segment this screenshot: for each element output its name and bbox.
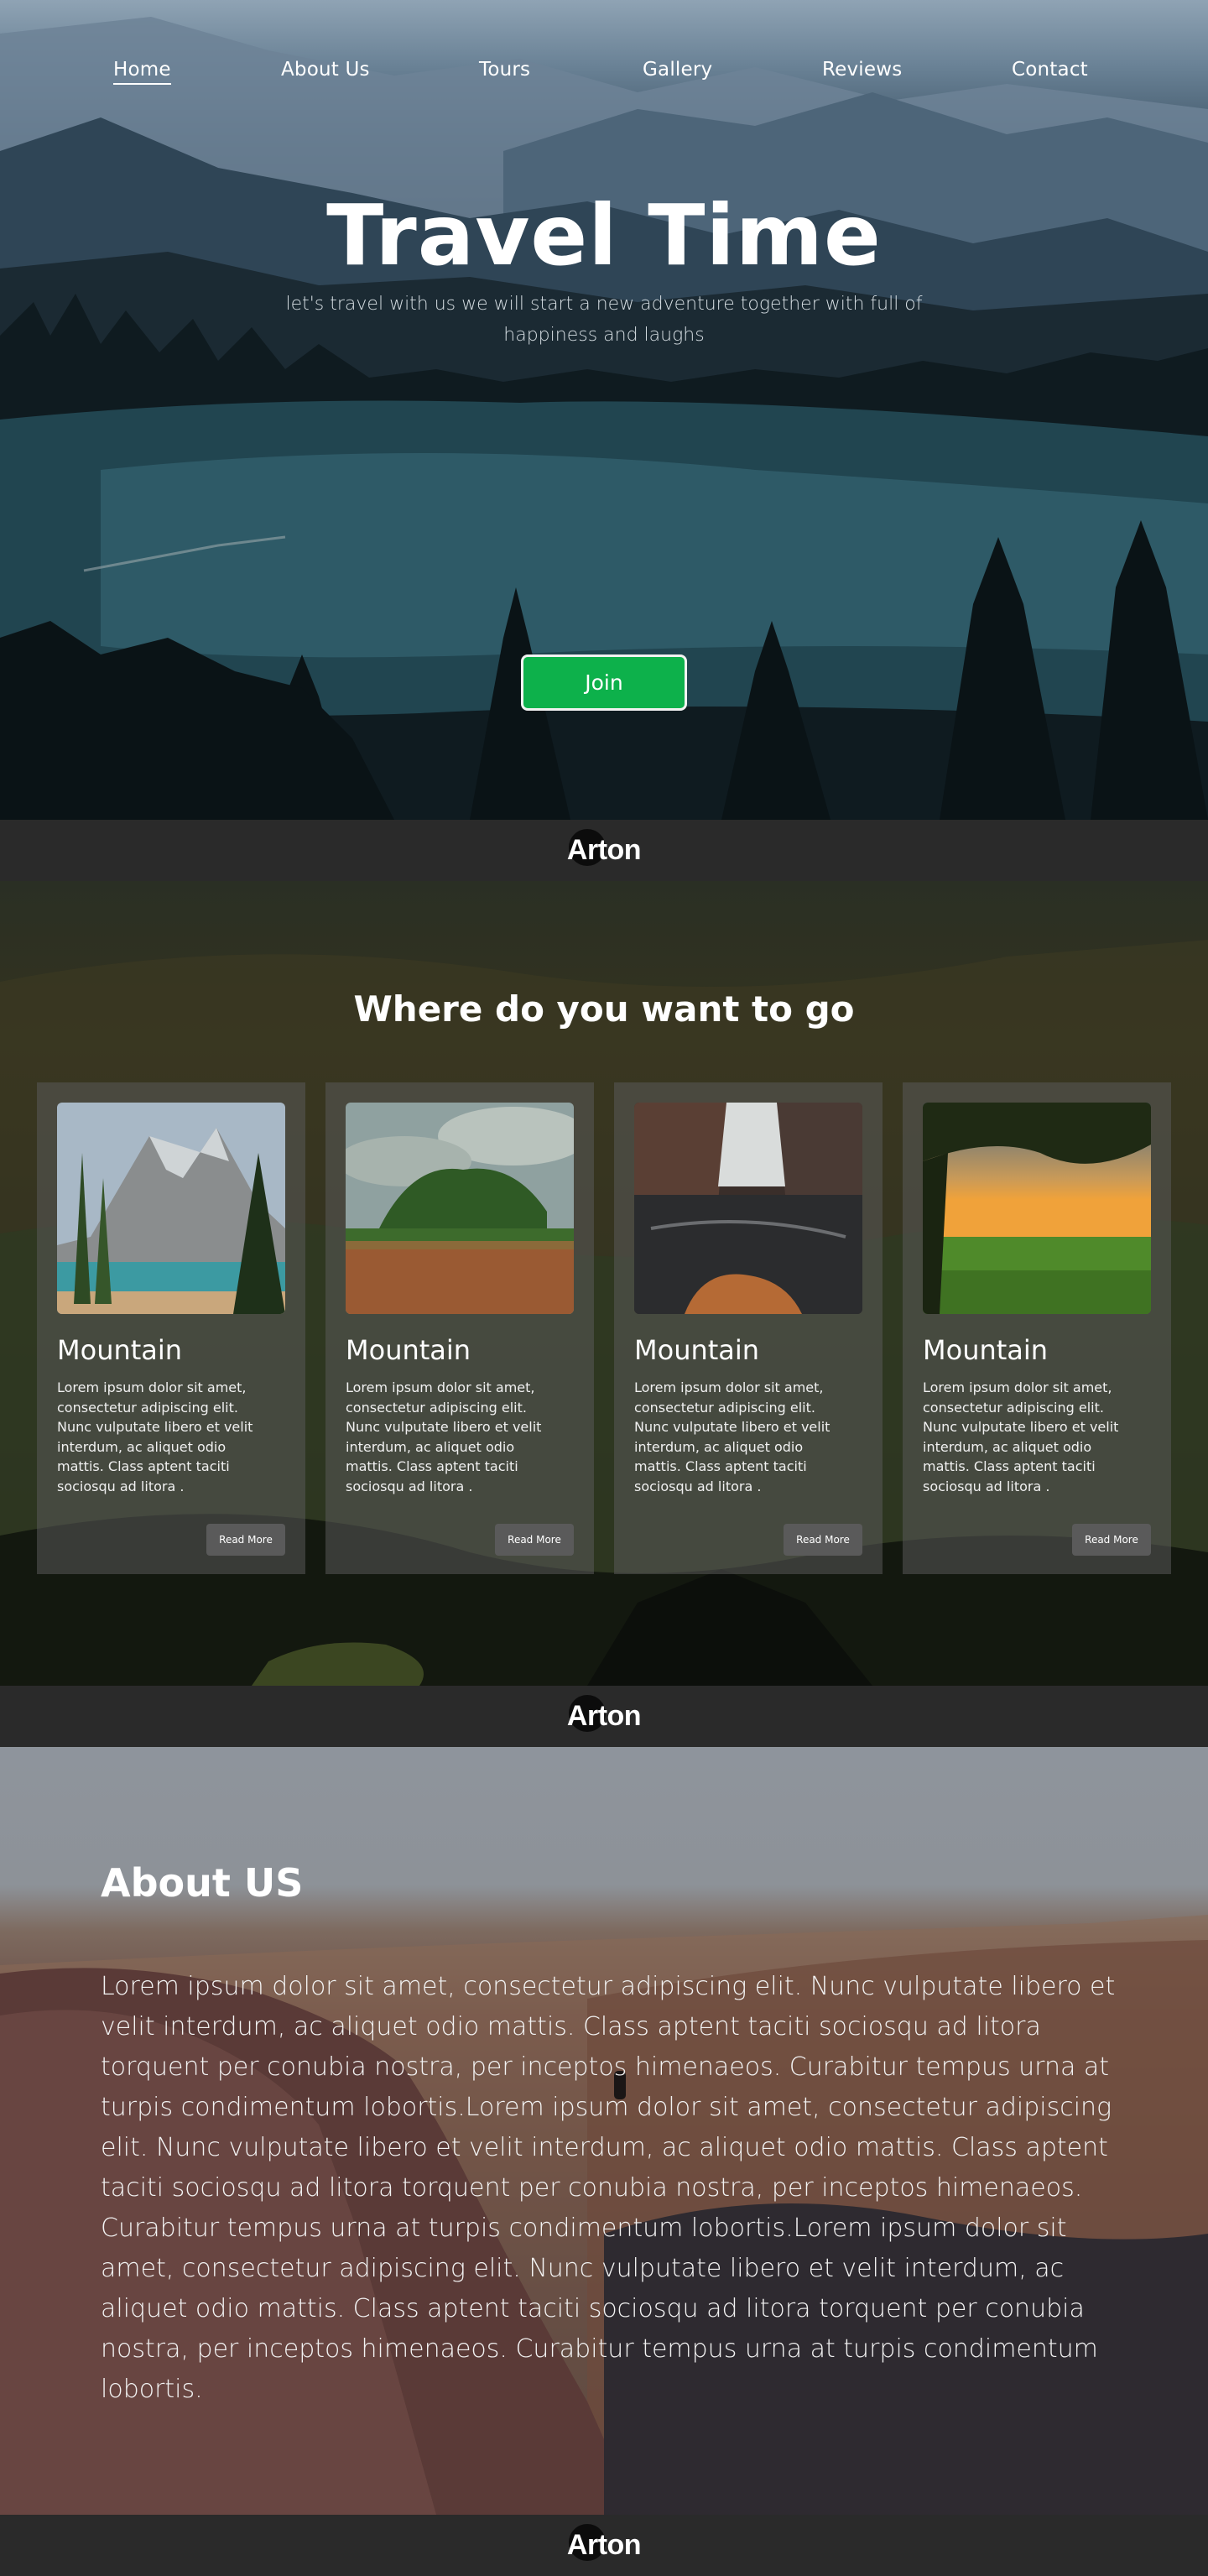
brand-logo[interactable]: Arton xyxy=(566,829,642,867)
read-more-button[interactable]: Read More xyxy=(206,1524,285,1556)
nav-home-link[interactable]: Home xyxy=(113,59,171,85)
brand-logo[interactable]: Arton xyxy=(566,2524,642,2562)
destination-card: Mountain Lorem ipsum dolor sit amet, con… xyxy=(325,1082,594,1574)
card-title: Mountain xyxy=(57,1334,183,1366)
card-description: Lorem ipsum dolor sit amet, consectetur … xyxy=(923,1379,1119,1494)
nav-contact-link[interactable]: Contact xyxy=(1012,59,1088,81)
main-nav: Home About Us Tours Gallery Reviews Cont… xyxy=(0,59,1208,92)
about-title: About US xyxy=(101,1860,304,1906)
destinations-title: Where do you want to go xyxy=(353,988,855,1030)
about-text: Lorem ipsum dolor sit amet, consectetur … xyxy=(101,1972,1116,2404)
hero-title: Travel Time xyxy=(326,186,882,284)
read-more-button[interactable]: Read More xyxy=(784,1524,862,1556)
card-title: Mountain xyxy=(923,1334,1049,1366)
nav-tours-link[interactable]: Tours xyxy=(479,59,530,81)
card-description: Lorem ipsum dolor sit amet, consectetur … xyxy=(57,1379,253,1494)
card-description: Lorem ipsum dolor sit amet, consectetur … xyxy=(346,1379,542,1494)
destination-card: Mountain Lorem ipsum dolor sit amet, con… xyxy=(37,1082,305,1574)
brand-name: Arton xyxy=(566,1700,642,1732)
hero-subtitle: let's travel with us we will start a new… xyxy=(285,294,923,346)
read-more-button[interactable]: Read More xyxy=(495,1524,574,1556)
nav-about-link[interactable]: About Us xyxy=(281,59,370,81)
read-more-button[interactable]: Read More xyxy=(1072,1524,1151,1556)
waterfall-image xyxy=(634,1103,862,1314)
hero-section: Home About Us Tours Gallery Reviews Cont… xyxy=(0,0,1208,820)
brand-bar: Arton xyxy=(0,1686,1208,1747)
card-title: Mountain xyxy=(346,1334,471,1366)
join-button[interactable]: Join xyxy=(521,654,687,711)
brand-logo[interactable]: Arton xyxy=(566,1695,642,1733)
brand-name: Arton xyxy=(566,2529,642,2561)
destination-card: Mountain Lorem ipsum dolor sit amet, con… xyxy=(903,1082,1171,1574)
destination-card: Mountain Lorem ipsum dolor sit amet, con… xyxy=(614,1082,883,1574)
destinations-section: Where do you want to go Mountain Lorem i… xyxy=(0,881,1208,1686)
brand-name: Arton xyxy=(566,834,642,866)
nav-gallery-link[interactable]: Gallery xyxy=(643,59,712,81)
about-section: About US Lorem ipsum dolor sit amet, con… xyxy=(0,1747,1208,2515)
card-title: Mountain xyxy=(634,1334,760,1366)
sunset-field-image xyxy=(923,1103,1151,1314)
card-description: Lorem ipsum dolor sit amet, consectetur … xyxy=(634,1379,830,1494)
brand-bar: Arton xyxy=(0,820,1208,881)
nav-reviews-link[interactable]: Reviews xyxy=(822,59,902,81)
mountain-lake-image xyxy=(57,1103,285,1314)
brand-bar: Arton xyxy=(0,2515,1208,2576)
poppy-field-image xyxy=(346,1103,574,1314)
